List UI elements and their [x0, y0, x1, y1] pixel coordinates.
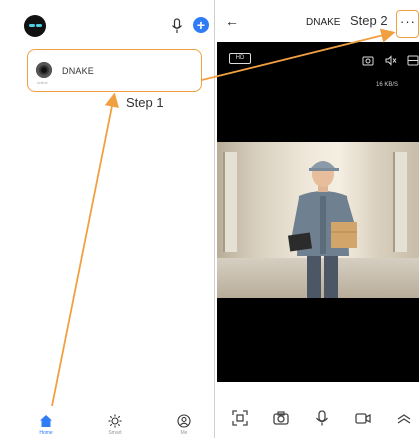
control-bar — [217, 406, 419, 434]
tab-home-label: Home — [39, 430, 53, 436]
microphone-icon[interactable] — [314, 410, 330, 426]
step1-annotation: Step 1 — [126, 95, 164, 110]
user-circle-icon — [177, 414, 191, 428]
record-icon[interactable] — [355, 410, 371, 426]
device-name: DNAKE — [62, 66, 95, 76]
video-toolbar — [356, 53, 419, 66]
microphone-icon[interactable] — [171, 18, 183, 34]
camera-icon — [36, 62, 52, 78]
camera-feed-image — [217, 142, 419, 298]
mute-icon[interactable] — [385, 53, 397, 66]
fullscreen-icon[interactable] — [407, 53, 419, 66]
bitrate-readout: 16 KB/S — [376, 82, 399, 88]
device-status: online — [37, 80, 48, 85]
delivery-person-image — [287, 161, 357, 298]
tab-me-label: Me — [180, 430, 188, 436]
screenshot-root: + online DNAKE Step 1 Home Smart Me ← DN… — [0, 0, 419, 438]
device-card-dnake[interactable]: online DNAKE — [27, 49, 202, 92]
tab-smart[interactable]: Smart — [95, 404, 135, 438]
bottom-tab-bar: Home Smart Me — [0, 404, 215, 438]
home-icon — [40, 415, 52, 427]
more-options-button[interactable]: ··· — [400, 14, 416, 29]
tab-smart-label: Smart — [108, 430, 122, 436]
add-device-button[interactable]: + — [193, 17, 209, 33]
snapshot-icon[interactable] — [362, 53, 374, 66]
tab-me[interactable]: Me — [164, 404, 204, 438]
tab-home[interactable]: Home — [26, 404, 66, 438]
owl-logo-icon — [24, 15, 46, 37]
page-title: DNAKE — [306, 17, 341, 28]
screenshot-icon[interactable] — [232, 410, 248, 426]
expand-up-icon[interactable] — [396, 410, 412, 426]
camera-icon[interactable] — [273, 410, 289, 426]
arrow-left-icon[interactable]: ← — [225, 13, 239, 29]
home-screen: + online DNAKE Step 1 Home Smart Me — [0, 0, 215, 438]
hd-quality-button[interactable]: HD — [229, 53, 251, 64]
sun-icon — [108, 414, 122, 428]
live-view-screen: ← DNAKE Step 2 ··· HD 16 KB/S — [217, 0, 419, 438]
step2-annotation: Step 2 — [350, 13, 388, 28]
live-video[interactable]: HD 16 KB/S — [217, 42, 419, 382]
